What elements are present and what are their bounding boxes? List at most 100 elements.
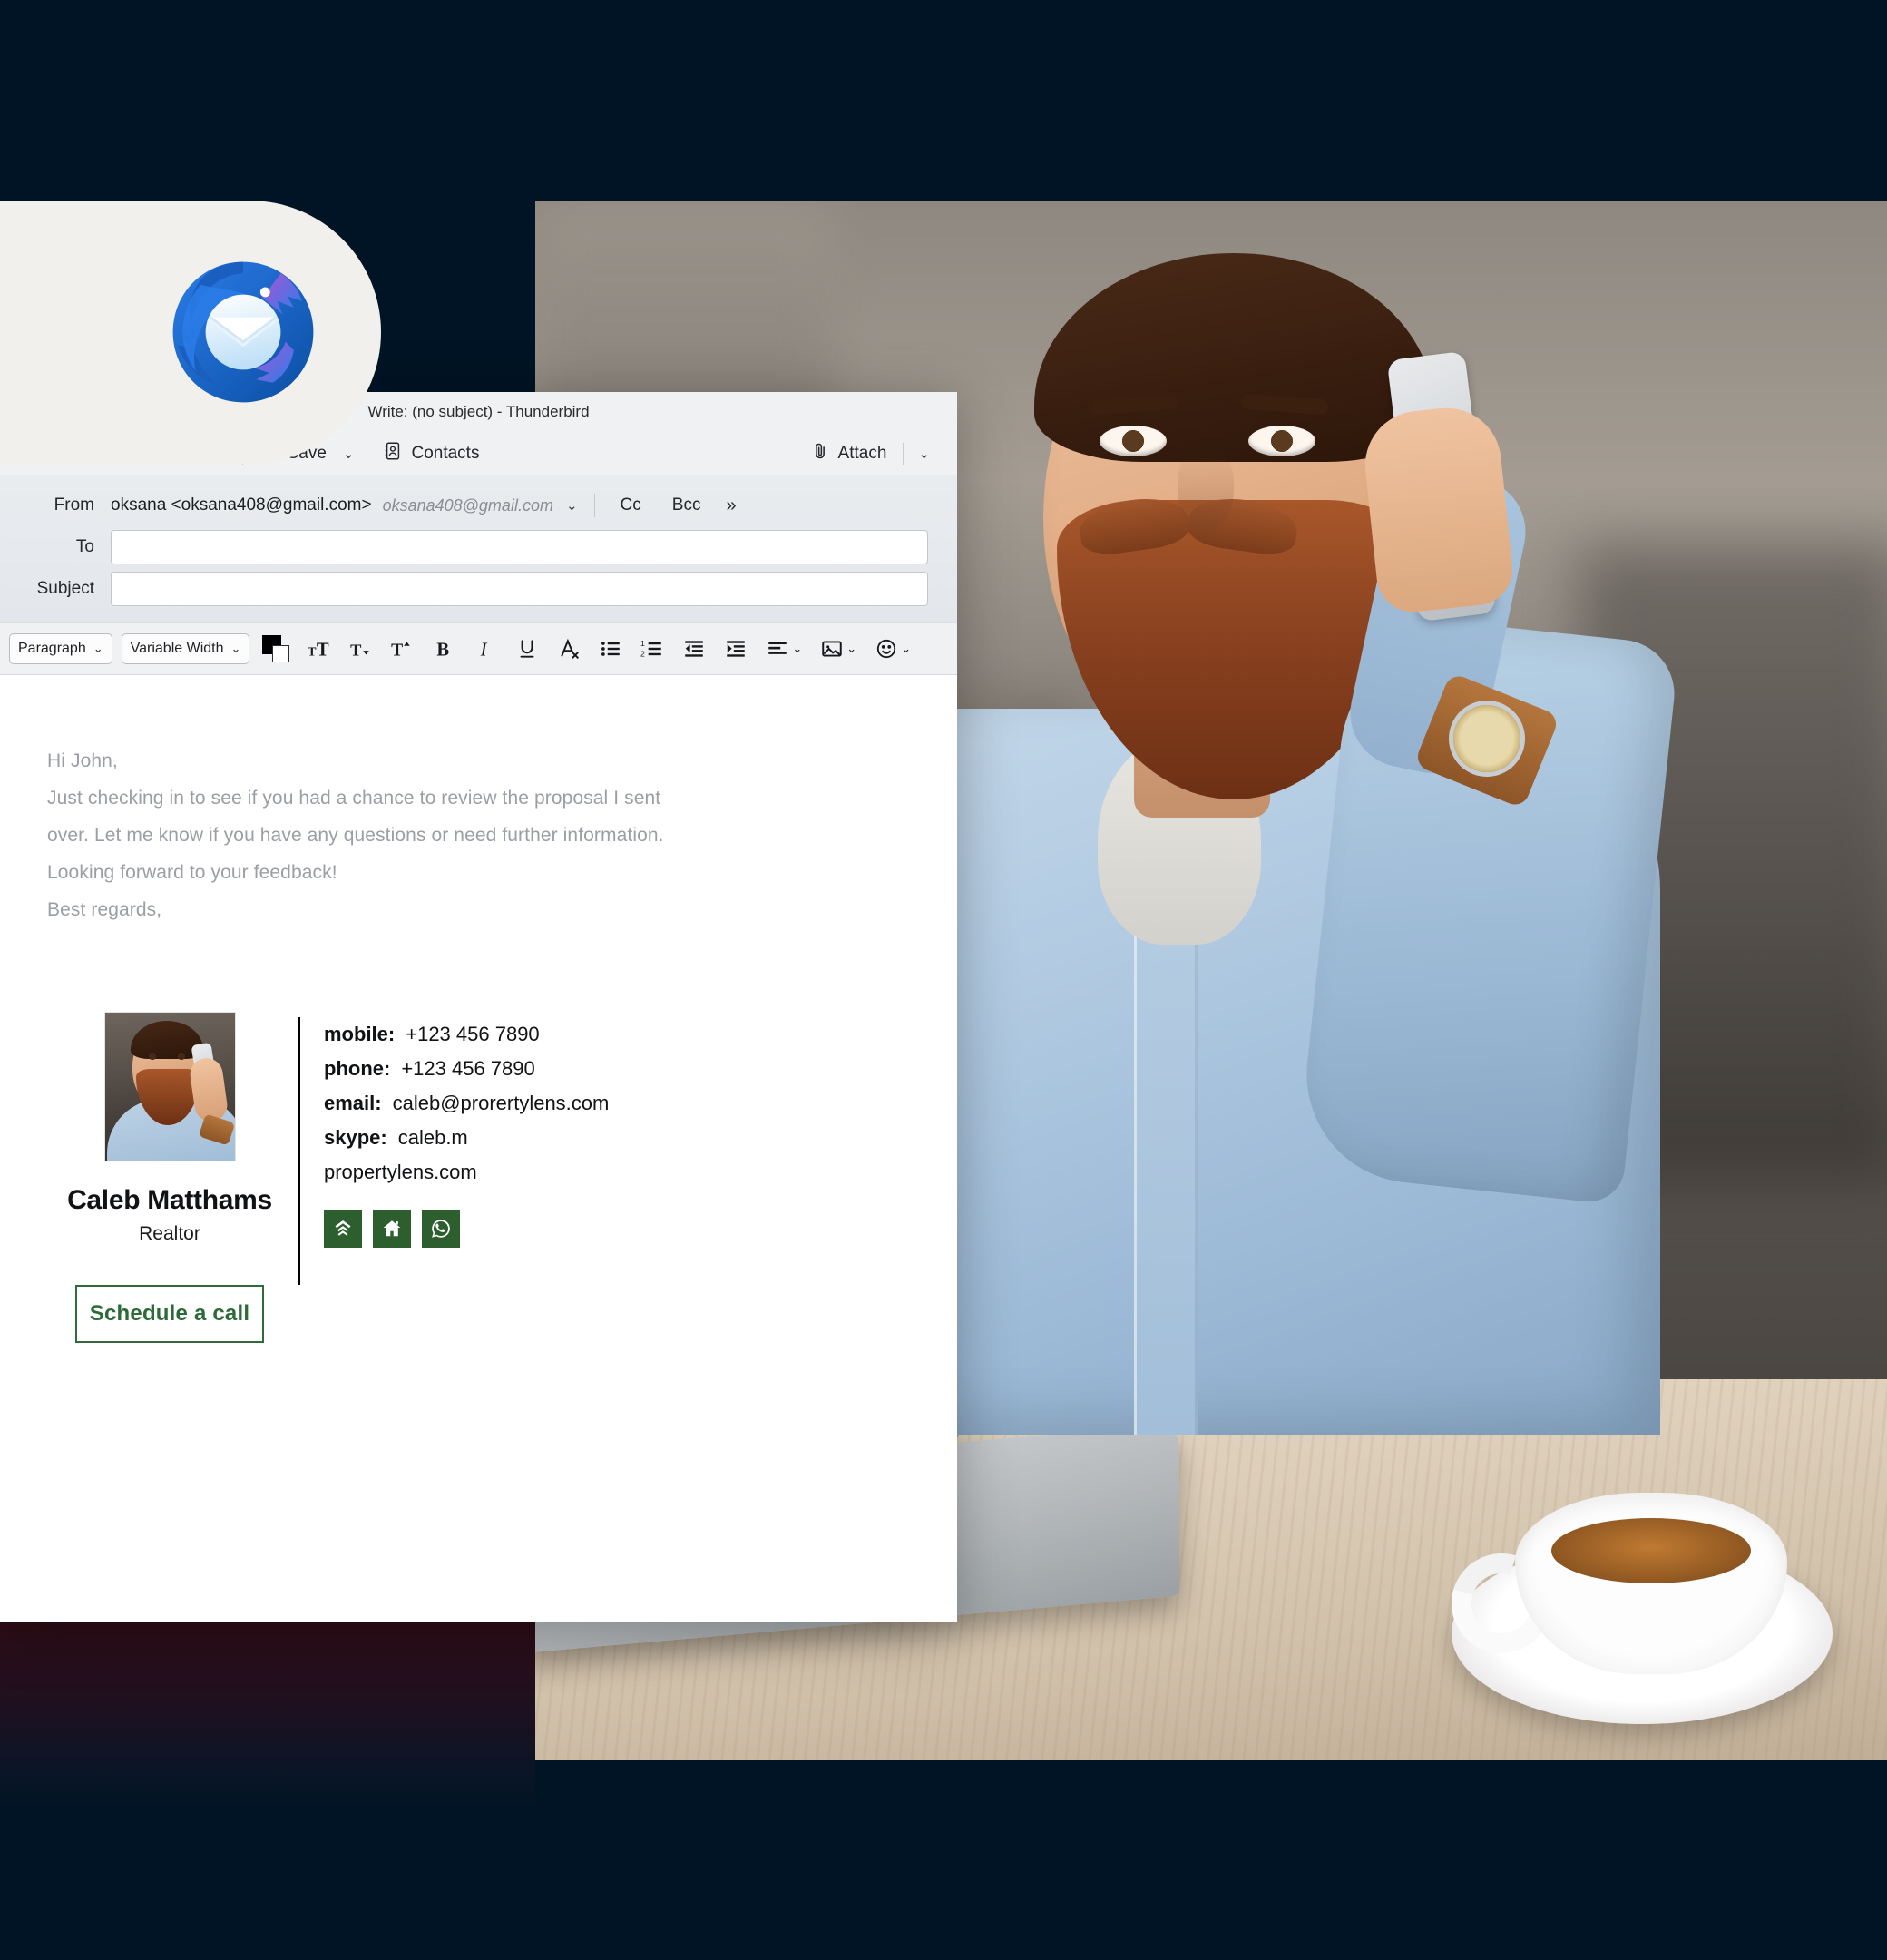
body-line: over. Let me know if you have any questi… (47, 825, 664, 846)
photo-person-hand (1359, 402, 1517, 616)
house-icon[interactable] (373, 1210, 411, 1248)
whatsapp-icon[interactable] (422, 1210, 460, 1248)
underline-icon[interactable] (511, 633, 543, 664)
thunderbird-compose-window: Write: (no subject) - Thunderbird ⌄ Save… (0, 392, 957, 1622)
from-value: oksana <oksana408@gmail.com> (111, 495, 372, 514)
contact-value-phone: +123 456 7890 (401, 1057, 535, 1080)
contact-row-mobile: mobile: +123 456 7890 (324, 1017, 609, 1052)
to-input[interactable] (111, 530, 928, 564)
insert-emoji-icon[interactable]: ⌄ (870, 633, 915, 664)
from-alias: oksana408@gmail.com (382, 495, 553, 514)
contact-label-email: email: (324, 1092, 382, 1114)
avatar-eyes (144, 1053, 189, 1061)
align-icon[interactable]: ⌄ (761, 633, 807, 664)
header-separator (593, 494, 595, 517)
contact-row-email: email: caleb@prorertylens.com (324, 1086, 609, 1121)
svg-text:T: T (391, 642, 403, 661)
italic-icon[interactable]: I (469, 633, 502, 664)
paragraph-style-select[interactable]: Paragraph ⌄ (9, 633, 112, 664)
body-line: Looking forward to your feedback! (47, 862, 337, 883)
contact-row-phone: phone: +123 456 7890 (324, 1052, 609, 1086)
bold-icon[interactable]: B (427, 633, 460, 664)
toolbar-separator-2 (903, 442, 904, 465)
bullet-list-icon[interactable] (594, 633, 627, 664)
chevron-down-icon: ⌄ (901, 642, 912, 655)
chevron-down-icon: ⌄ (230, 642, 241, 655)
zillow-icon[interactable] (324, 1210, 362, 1248)
contact-value-mobile: +123 456 7890 (406, 1023, 540, 1045)
more-headers-button[interactable]: » (719, 494, 743, 518)
from-label: From (54, 495, 94, 514)
contacts-label: Contacts (411, 443, 480, 463)
signature-name: Caleb Matthams (67, 1185, 272, 1215)
photo-person-eye-right (1248, 426, 1315, 456)
cc-button[interactable]: Cc (611, 492, 650, 519)
svg-text:B: B (437, 641, 450, 661)
contacts-button[interactable]: Contacts (374, 436, 488, 471)
subject-input[interactable] (111, 572, 928, 606)
contact-label-phone: phone: (324, 1057, 391, 1080)
email-signature: Caleb Matthams Realtor Schedule a call m… (0, 1012, 957, 1343)
body-line: Hi John, (47, 750, 118, 771)
message-body-editor[interactable]: Hi John, Just checking in to see if you … (0, 675, 957, 1622)
subject-label: Subject (36, 579, 94, 598)
svg-text:I: I (480, 641, 488, 661)
message-body-text: Hi John, Just checking in to see if you … (0, 742, 957, 928)
body-line: Just checking in to see if you had a cha… (47, 788, 661, 808)
contact-value-skype: caleb.m (397, 1126, 468, 1149)
signature-social-links (324, 1210, 609, 1248)
superscript-icon[interactable]: T (386, 633, 418, 664)
indent-icon[interactable] (719, 633, 752, 664)
numbered-list-icon[interactable]: 12 (636, 633, 669, 664)
chevron-down-icon: ⌄ (792, 642, 803, 655)
schedule-a-call-button[interactable]: Schedule a call (75, 1285, 264, 1343)
photo-person-nose (1178, 449, 1234, 531)
background-color (272, 645, 290, 662)
paperclip-icon (810, 441, 830, 466)
from-row: From oksana <oksana408@gmail.com> oksana… (0, 485, 957, 526)
accent-gradient-block (0, 1621, 535, 1807)
outdent-icon[interactable] (678, 633, 710, 664)
contact-label-skype: skype: (324, 1126, 387, 1149)
bcc-button[interactable]: Bcc (663, 492, 710, 519)
subject-row: Subject (0, 568, 957, 610)
attach-label: Attach (837, 443, 887, 463)
insert-image-icon[interactable]: ⌄ (816, 633, 861, 664)
decrease-font-size-icon[interactable]: T (344, 633, 376, 664)
contacts-icon (383, 441, 403, 466)
body-line: Best regards, (47, 899, 162, 920)
attach-dropdown-chevron[interactable]: ⌄ (911, 440, 937, 467)
compose-headers: From oksana <oksana408@gmail.com> oksana… (0, 475, 957, 622)
paragraph-style-label: Paragraph (18, 641, 86, 656)
to-row: To (0, 526, 957, 568)
photo-person-hair (1034, 253, 1433, 462)
attach-button[interactable]: Attach (801, 436, 896, 471)
formatting-toolbar: Paragraph ⌄ Variable Width ⌄ TT T T B I (0, 622, 957, 675)
font-family-select[interactable]: Variable Width ⌄ (121, 633, 250, 664)
text-color-swatch[interactable] (262, 635, 290, 662)
thunderbird-logo-badge (0, 201, 381, 464)
photo-coffee-surface (1551, 1518, 1751, 1583)
signature-left-column: Caleb Matthams Realtor Schedule a call (47, 1012, 292, 1343)
from-dropdown-chevron[interactable]: ⌄ (566, 497, 578, 514)
chevron-down-icon: ⌄ (846, 642, 857, 655)
remove-formatting-icon[interactable] (552, 633, 585, 664)
to-label: To (75, 537, 94, 556)
svg-text:T: T (317, 641, 329, 661)
svg-text:T: T (351, 642, 362, 660)
svg-text:T: T (308, 645, 317, 660)
signature-contact-details: mobile: +123 456 7890 phone: +123 456 7890… (324, 1012, 609, 1343)
font-family-label: Variable Width (130, 641, 224, 656)
increase-font-size-icon[interactable]: TT (302, 633, 335, 664)
signature-avatar-photo (103, 1012, 236, 1161)
contact-label-mobile: mobile: (324, 1023, 396, 1045)
photo-person-eye-left (1100, 426, 1167, 456)
contact-row-skype: skype: caleb.m (324, 1121, 609, 1155)
signature-divider (298, 1017, 300, 1285)
save-dropdown-chevron[interactable]: ⌄ (336, 440, 362, 467)
contact-value-email[interactable]: caleb@prorertylens.com (393, 1092, 610, 1114)
svg-text:1: 1 (640, 639, 645, 648)
thunderbird-logo (161, 250, 325, 414)
contact-website[interactable]: propertylens.com (324, 1155, 609, 1190)
chevron-down-icon: ⌄ (93, 642, 103, 655)
